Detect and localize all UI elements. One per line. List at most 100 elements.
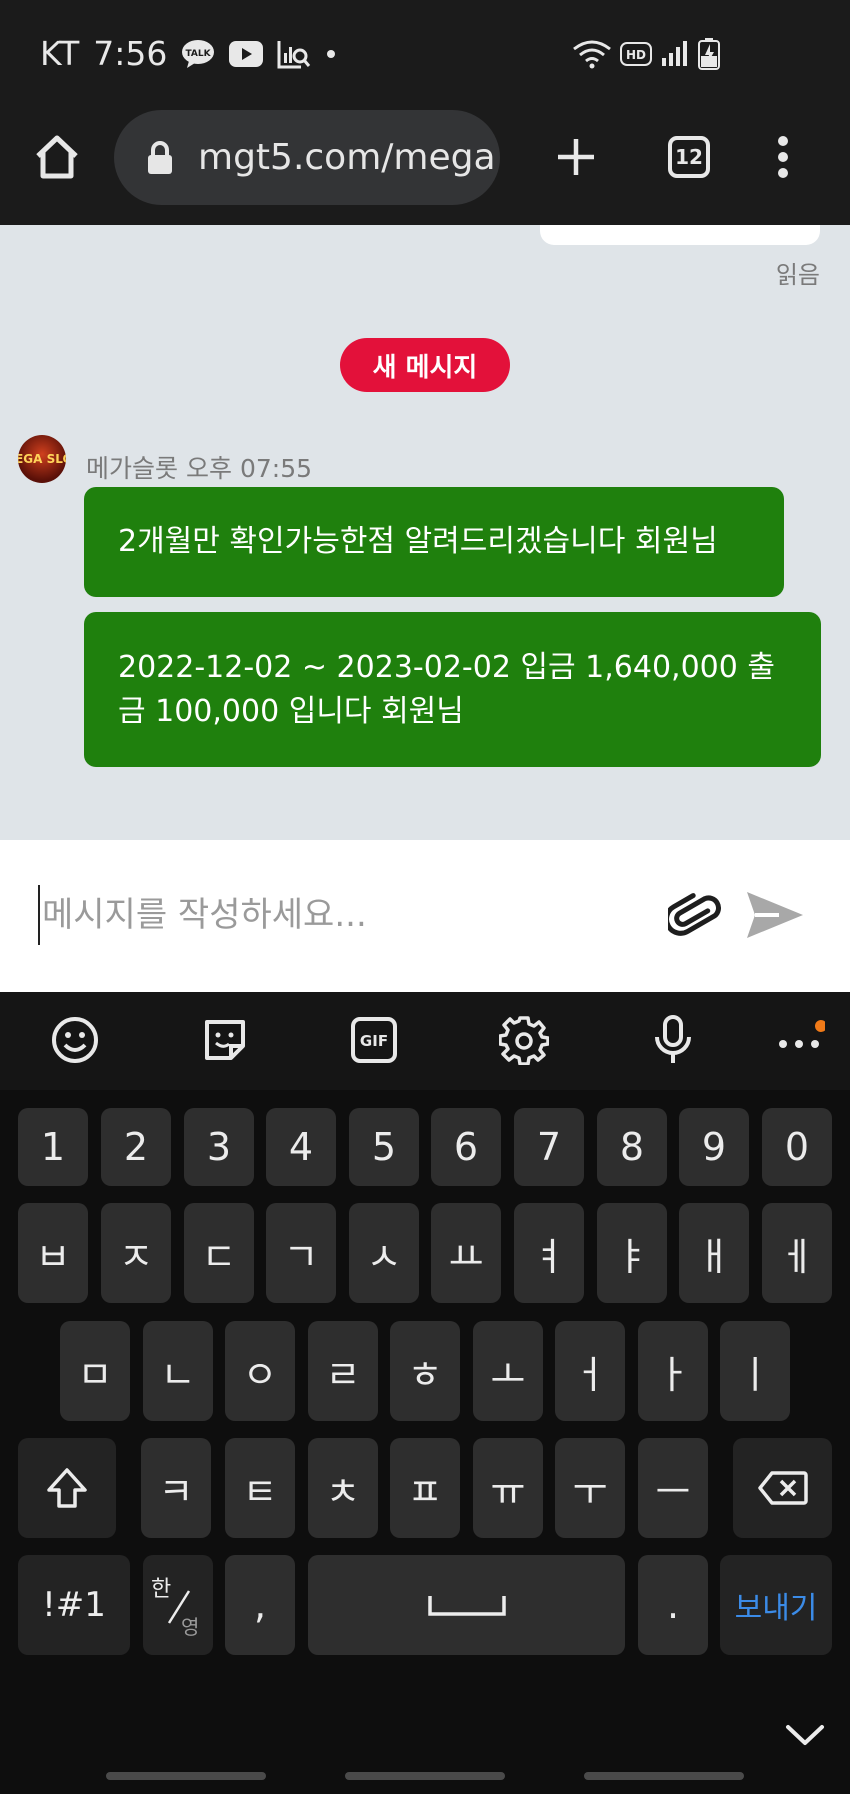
avatar-logo-text: MEGA SLOT bbox=[18, 452, 66, 466]
mic-icon bbox=[655, 1015, 691, 1063]
chat-area[interactable]: 읽음 새 메시지 MEGA SLOT 메가슬롯 오후 07:55 2개월만 확인… bbox=[0, 225, 850, 840]
clock: 7:56 bbox=[93, 34, 168, 73]
chart-search-icon bbox=[277, 39, 311, 69]
key-hieut[interactable]: ㅎ bbox=[390, 1321, 460, 1421]
more-horiz-icon bbox=[779, 1020, 825, 1048]
key-pieup[interactable]: ㅍ bbox=[390, 1438, 460, 1538]
tab-switcher-button[interactable]: 12 bbox=[654, 122, 724, 192]
gesture-nav-bar bbox=[0, 1755, 850, 1794]
signal-icon bbox=[660, 40, 690, 68]
key-giyeok[interactable]: ㄱ bbox=[266, 1203, 336, 1303]
key-4[interactable]: 4 bbox=[266, 1108, 336, 1186]
hide-keyboard-button[interactable] bbox=[775, 1710, 835, 1760]
carrier-label: KT bbox=[40, 34, 80, 73]
notification-dot-icon bbox=[815, 1020, 825, 1032]
key-8[interactable]: 8 bbox=[597, 1108, 667, 1186]
key-6[interactable]: 6 bbox=[431, 1108, 501, 1186]
tab-switcher-icon: 12 bbox=[668, 136, 710, 178]
message-bubble[interactable]: 2개월만 확인가능한점 알려드리겠습니다 회원님 bbox=[84, 487, 784, 597]
key-nieun[interactable]: ㄴ bbox=[143, 1321, 213, 1421]
comma-key[interactable]: , bbox=[225, 1555, 295, 1655]
attach-button[interactable] bbox=[665, 885, 727, 947]
nav-pill-left[interactable] bbox=[106, 1772, 266, 1780]
message-composer bbox=[0, 840, 850, 992]
key-yo[interactable]: ㅛ bbox=[431, 1203, 501, 1303]
message-time: 오후 07:55 bbox=[186, 454, 313, 483]
sender-name: 메가슬롯 bbox=[86, 454, 179, 483]
key-digeut[interactable]: ㄷ bbox=[184, 1203, 254, 1303]
space-key[interactable] bbox=[308, 1555, 625, 1655]
key-i[interactable]: ㅣ bbox=[720, 1321, 790, 1421]
key-2[interactable]: 2 bbox=[101, 1108, 171, 1186]
send-button[interactable] bbox=[740, 882, 810, 948]
sticker-button[interactable] bbox=[195, 1010, 255, 1070]
address-bar[interactable]: mgt5.com/mega bbox=[114, 110, 500, 205]
key-0[interactable]: 0 bbox=[762, 1108, 832, 1186]
svg-text:HD: HD bbox=[626, 48, 646, 62]
key-3[interactable]: 3 bbox=[184, 1108, 254, 1186]
new-tab-button[interactable] bbox=[541, 122, 611, 192]
key-kieuk[interactable]: ㅋ bbox=[141, 1438, 211, 1538]
key-yu[interactable]: ㅠ bbox=[473, 1438, 543, 1538]
symbols-key[interactable]: !#1 bbox=[18, 1555, 130, 1655]
chevron-down-icon bbox=[786, 1725, 824, 1745]
keyboard: 1 2 3 4 5 6 7 8 9 0 ㅂ ㅈ ㄷ ㄱ ㅅ ㅛ ㅕ ㅑ ㅐ ㅔ … bbox=[0, 1090, 850, 1794]
new-message-badge[interactable]: 새 메시지 bbox=[340, 338, 510, 392]
language-key[interactable]: 한 영 bbox=[143, 1555, 213, 1655]
key-u[interactable]: ㅜ bbox=[555, 1438, 625, 1538]
wifi-icon bbox=[572, 39, 612, 69]
emoji-button[interactable] bbox=[45, 1010, 105, 1070]
sender-info: 메가슬롯 오후 07:55 bbox=[86, 449, 312, 485]
key-jieut[interactable]: ㅈ bbox=[101, 1203, 171, 1303]
home-icon bbox=[36, 135, 78, 179]
emoji-icon bbox=[52, 1017, 98, 1063]
avatar[interactable]: MEGA SLOT bbox=[18, 435, 66, 483]
key-eo[interactable]: ㅓ bbox=[555, 1321, 625, 1421]
key-chieut[interactable]: ㅊ bbox=[308, 1438, 378, 1538]
svg-text:GIF: GIF bbox=[360, 1032, 388, 1050]
gif-button[interactable]: GIF bbox=[344, 1010, 404, 1070]
nav-pill-center[interactable] bbox=[345, 1772, 505, 1780]
key-7[interactable]: 7 bbox=[514, 1108, 584, 1186]
nav-pill-right[interactable] bbox=[584, 1772, 744, 1780]
kakaotalk-icon: TALK bbox=[181, 39, 215, 69]
key-ae[interactable]: ㅐ bbox=[679, 1203, 749, 1303]
key-9[interactable]: 9 bbox=[679, 1108, 749, 1186]
key-ieung[interactable]: ㅇ bbox=[225, 1321, 295, 1421]
message-input[interactable] bbox=[38, 885, 638, 945]
more-menu-button[interactable] bbox=[748, 122, 818, 192]
key-rieul[interactable]: ㄹ bbox=[308, 1321, 378, 1421]
key-bieup[interactable]: ㅂ bbox=[18, 1203, 88, 1303]
home-button[interactable] bbox=[22, 122, 92, 192]
paperclip-icon bbox=[668, 893, 721, 936]
gif-icon: GIF bbox=[351, 1017, 397, 1063]
key-a[interactable]: ㅏ bbox=[638, 1321, 708, 1421]
backspace-key[interactable] bbox=[733, 1438, 832, 1538]
period-key[interactable]: . bbox=[638, 1555, 708, 1655]
voice-input-button[interactable] bbox=[643, 1010, 703, 1070]
message-text: 2개월만 확인가능한점 알려드리겠습니다 회원님 bbox=[118, 524, 718, 559]
key-mieum[interactable]: ㅁ bbox=[60, 1321, 130, 1421]
settings-button[interactable] bbox=[494, 1010, 554, 1070]
message-text: 2022-12-02 ~ 2023-02-02 입금 1,640,000 출금 … bbox=[118, 649, 775, 729]
browser-toolbar: mgt5.com/mega 12 bbox=[0, 110, 850, 225]
key-ya[interactable]: ㅑ bbox=[597, 1203, 667, 1303]
status-left: KT 7:56 TALK bbox=[40, 34, 337, 73]
status-bar: KT 7:56 TALK HD bbox=[0, 0, 850, 110]
youtube-icon bbox=[229, 40, 264, 67]
key-e[interactable]: ㅔ bbox=[762, 1203, 832, 1303]
lock-icon bbox=[146, 140, 178, 175]
dot-icon bbox=[325, 48, 337, 60]
key-o[interactable]: ㅗ bbox=[473, 1321, 543, 1421]
key-tieut[interactable]: ㅌ bbox=[225, 1438, 295, 1538]
keyboard-more-button[interactable] bbox=[770, 1010, 830, 1070]
shift-icon bbox=[47, 1468, 87, 1508]
send-key[interactable]: 보내기 bbox=[720, 1555, 832, 1655]
key-yeo[interactable]: ㅕ bbox=[514, 1203, 584, 1303]
key-5[interactable]: 5 bbox=[349, 1108, 419, 1186]
key-eu[interactable]: ㅡ bbox=[638, 1438, 708, 1538]
message-bubble[interactable]: 2022-12-02 ~ 2023-02-02 입금 1,640,000 출금 … bbox=[84, 612, 821, 767]
key-1[interactable]: 1 bbox=[18, 1108, 88, 1186]
key-siot[interactable]: ㅅ bbox=[349, 1203, 419, 1303]
shift-key[interactable] bbox=[18, 1438, 116, 1538]
